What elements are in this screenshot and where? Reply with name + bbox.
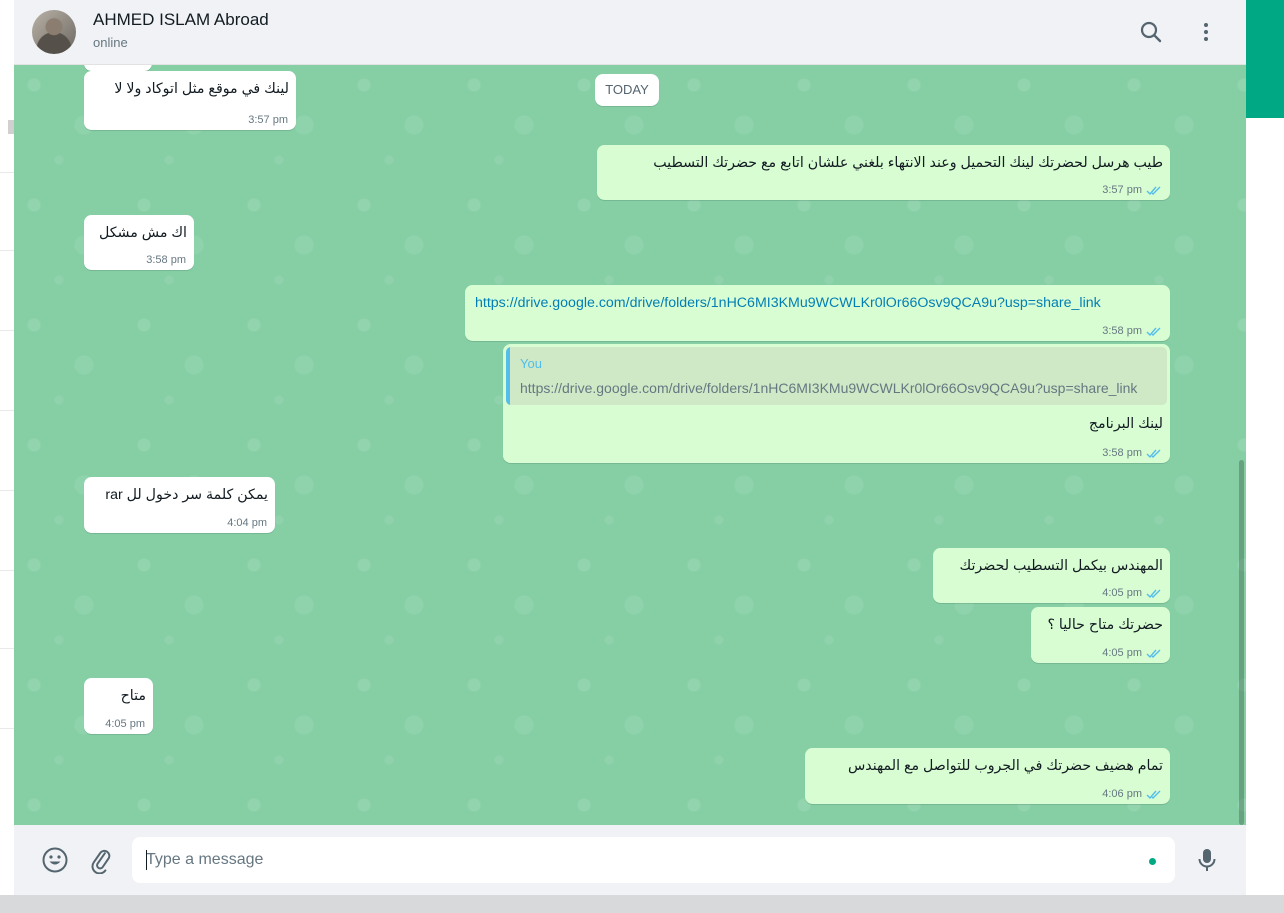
window-bottom-edge [0,895,1284,913]
read-ticks-icon [1146,449,1161,458]
message-bubble-outgoing[interactable]: حضرتك متاح حاليا ؟ 4:05 pm [1031,607,1170,663]
message-bubble-incoming[interactable]: اك مش مشكل 3:58 pm [84,215,194,270]
message-list[interactable]: TODAY لينك في موقع مثل اتوكاد ولا لا 3:5… [14,65,1246,825]
emoji-icon[interactable] [41,846,69,874]
message-composer [14,825,1246,895]
divider [0,728,14,729]
read-ticks-icon [1146,327,1161,336]
message-bubble-incoming[interactable]: لينك في موقع مثل اتوكاد ولا لا 3:57 pm [84,71,296,130]
divider [0,648,14,649]
status-dot-icon [1149,858,1156,865]
message-text: تمام هضيف حضرتك في الجروب للتواصل مع الم… [847,758,1163,774]
divider [0,330,14,331]
message-text: المهندس بيكمل التسطيب لحضرتك [959,558,1163,574]
date-divider: TODAY [595,74,659,106]
message-time: 4:05 pm [1102,647,1142,659]
message-time: 3:58 pm [1102,447,1142,459]
quote-author: You [520,356,542,371]
chat-header: AHMED ISLAM Abroad online [14,0,1246,65]
divider [0,250,14,251]
message-time: 4:05 pm [105,718,145,730]
message-time: 3:57 pm [248,114,288,126]
divider [0,410,14,411]
background-window-edge [0,0,15,895]
side-panel-accent [1246,0,1284,118]
message-bubble-incoming[interactable]: يمكن كلمة سر دخول لل rar 4:04 pm [84,477,275,533]
read-ticks-icon [1146,186,1161,195]
message-text: لينك في موقع مثل اتوكاد ولا لا [114,81,289,97]
message-bubble-outgoing-reply[interactable]: You https://drive.google.com/drive/folde… [503,344,1170,463]
divider [0,570,14,571]
contact-avatar[interactable] [32,10,76,54]
message-text: يمكن كلمة سر دخول لل rar [105,487,268,503]
kebab-menu-icon[interactable] [1194,20,1218,44]
message-bubble-incoming[interactable]: متاح 4:05 pm [84,678,153,734]
message-bubble-outgoing[interactable]: طيب هرسل لحضرتك لينك التحميل وعند الانته… [597,145,1170,200]
contact-status: online [93,35,128,50]
message-time: 4:05 pm [1102,587,1142,599]
message-bubble-outgoing[interactable]: المهندس بيكمل التسطيب لحضرتك 4:05 pm [933,548,1170,603]
message-input[interactable] [132,837,1175,883]
quoted-message[interactable]: You https://drive.google.com/drive/folde… [506,347,1167,405]
message-time: 4:06 pm [1102,788,1142,800]
message-time: 3:57 pm [1102,184,1142,196]
search-icon[interactable] [1139,20,1163,44]
contact-name[interactable]: AHMED ISLAM Abroad [93,10,269,30]
message-text: متاح [120,688,146,704]
divider [0,490,14,491]
chat-scrollbar[interactable] [1239,460,1244,825]
message-link[interactable]: https://drive.google.com/drive/folders/1… [475,294,1101,313]
paperclip-icon[interactable] [87,846,115,875]
message-bubble-outgoing[interactable]: https://drive.google.com/drive/folders/1… [465,285,1170,341]
message-time: 3:58 pm [1102,325,1142,337]
read-ticks-icon [1146,649,1161,658]
message-text: لينك البرنامج [1088,416,1163,432]
message-time: 3:58 pm [146,254,186,266]
text-cursor [146,850,147,870]
message-bubble-outgoing[interactable]: تمام هضيف حضرتك في الجروب للتواصل مع الم… [805,748,1170,804]
message-text: حضرتك متاح حاليا ؟ [1047,617,1163,633]
message-text: اك مش مشكل [98,225,187,241]
microphone-icon[interactable] [1193,846,1221,874]
quote-text: https://drive.google.com/drive/folders/1… [520,380,1138,396]
divider [0,172,14,173]
quote-accent-bar [506,347,510,405]
side-panel [1246,0,1284,895]
read-ticks-icon [1146,790,1161,799]
chat-window: AHMED ISLAM Abroad online TODAY لينك في … [14,0,1246,895]
message-time: 4:04 pm [227,517,267,529]
read-ticks-icon [1146,589,1161,598]
message-text: طيب هرسل لحضرتك لينك التحميل وعند الانته… [653,155,1163,171]
